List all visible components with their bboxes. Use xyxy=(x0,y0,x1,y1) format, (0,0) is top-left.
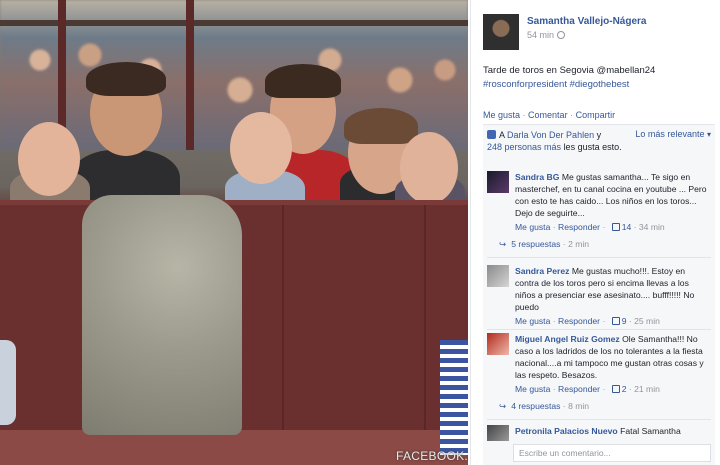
replies-count[interactable]: 5 respuestas xyxy=(511,239,560,249)
reply-arrow-icon: ↪ xyxy=(499,239,507,249)
replies-time: 2 min xyxy=(568,239,590,249)
commenter-name[interactable]: Sandra Perez xyxy=(515,266,569,276)
comment-like-count[interactable]: 9 xyxy=(622,316,627,326)
comment-like-button[interactable]: Me gusta xyxy=(515,384,550,394)
comment-body: Miguel Angel Ruiz Gomez Ole Samantha!!! … xyxy=(515,333,711,395)
likes-middle: y xyxy=(596,130,602,140)
thumbs-up-icon xyxy=(611,223,620,231)
divider xyxy=(487,257,711,258)
sort-label: Lo más relevante xyxy=(635,129,705,139)
author-name[interactable]: Samantha Vallejo-Nágera xyxy=(527,16,647,27)
comment-body: Sandra BG Me gustas samantha... Te sigo … xyxy=(515,171,711,233)
post-actions: Me gusta · Comentar · Compartir xyxy=(483,110,616,120)
commenter-avatar[interactable] xyxy=(487,425,509,441)
facebook-post-panel: Samantha Vallejo-Nágera 54 min Tarde de … xyxy=(470,0,720,465)
comment-like-count[interactable]: 2 xyxy=(622,384,627,394)
comment-actions: Me gusta · Responder · 14 · 34 min xyxy=(515,222,665,232)
watermark: FACEBOOK.COM/SAMANTHA VALLEJO-NAGERA xyxy=(396,449,468,463)
person-woman-hair xyxy=(265,64,341,98)
sort-dropdown[interactable]: Lo más relevante ▾ xyxy=(635,129,711,139)
commenter-avatar[interactable] xyxy=(487,265,509,287)
divider xyxy=(487,419,711,420)
post-hashtags[interactable]: #rosconforpresident #diegothebest xyxy=(483,78,713,92)
view-replies-link[interactable]: ↪ 4 respuestas · 8 min xyxy=(499,401,589,412)
share-button[interactable]: Compartir xyxy=(576,110,616,120)
comment-reply-button[interactable]: Responder xyxy=(558,222,600,232)
view-replies-link[interactable]: ↪ 5 respuestas · 2 min xyxy=(499,239,589,250)
post-text: Tarde de toros en Segovia @mabellan24 #r… xyxy=(483,64,713,92)
post-header: Samantha Vallejo-Nágera 54 min xyxy=(483,14,713,54)
divider xyxy=(487,329,711,330)
commenter-avatar[interactable] xyxy=(487,171,509,193)
comment-body: Sandra Perez Me gustas mucho!!!. Estoy e… xyxy=(515,265,711,327)
child-face-blurred xyxy=(400,132,458,204)
author-avatar[interactable] xyxy=(483,14,519,50)
child-face-blurred xyxy=(18,122,80,196)
stone-pillar xyxy=(82,195,242,435)
likes-name-link[interactable]: Darla Von Der Pahlen xyxy=(507,130,594,140)
comment-like-button[interactable]: Me gusta xyxy=(515,222,550,232)
comments-section: A Darla Von Der Pahlen y 248 personas má… xyxy=(483,124,715,465)
comment-time[interactable]: 34 min xyxy=(639,222,665,232)
comment-text: Fatal Samantha xyxy=(620,426,681,436)
comment-like-count[interactable]: 14 xyxy=(622,222,632,232)
reply-arrow-icon: ↪ xyxy=(499,401,507,411)
globe-icon xyxy=(557,31,566,39)
chevron-down-icon: ▾ xyxy=(706,130,711,139)
comment-time[interactable]: 25 min xyxy=(634,316,660,326)
comment-body: Petronila Palacios Nuevo Fatal Samantha xyxy=(515,425,711,437)
person-edge-right xyxy=(440,340,468,455)
railing-post xyxy=(186,0,194,150)
like-button[interactable]: Me gusta xyxy=(483,110,520,120)
write-comment-input[interactable]: Escribe un comentario... xyxy=(513,444,711,462)
likes-prefix: A xyxy=(499,130,505,140)
comment-button[interactable]: Comentar xyxy=(528,110,568,120)
comment-time[interactable]: 21 min xyxy=(634,384,660,394)
comment-actions: Me gusta · Responder · 2 · 21 min xyxy=(515,384,660,394)
replies-count[interactable]: 4 respuestas xyxy=(511,401,560,411)
likes-others-link[interactable]: 248 personas más xyxy=(487,142,561,152)
commenter-name[interactable]: Sandra BG xyxy=(515,172,559,182)
post-time[interactable]: 54 min xyxy=(527,30,554,40)
thumbs-up-icon xyxy=(611,317,620,325)
person-older-woman-hair xyxy=(344,108,418,144)
comment-reply-button[interactable]: Responder xyxy=(558,316,600,326)
thumbs-up-icon xyxy=(611,385,620,393)
post-photo[interactable]: FACEBOOK.COM/SAMANTHA VALLEJO-NAGERA xyxy=(0,0,468,465)
person-man-hair xyxy=(86,62,166,96)
child-face-blurred xyxy=(230,112,292,184)
commenter-name[interactable]: Petronila Palacios Nuevo xyxy=(515,426,618,436)
commenter-avatar[interactable] xyxy=(487,333,509,355)
post-meta: 54 min xyxy=(527,30,566,40)
likes-suffix: les gusta esto. xyxy=(563,142,622,152)
comment-actions: Me gusta · Responder · 9 · 25 min xyxy=(515,316,660,326)
railing xyxy=(0,20,468,26)
replies-time: 8 min xyxy=(568,401,590,411)
person-edge-left xyxy=(0,340,16,425)
thumbs-up-icon xyxy=(487,130,496,139)
write-comment-placeholder: Escribe un comentario... xyxy=(519,448,611,458)
comment-like-button[interactable]: Me gusta xyxy=(515,316,550,326)
commenter-name[interactable]: Miguel Angel Ruiz Gomez xyxy=(515,334,620,344)
post-text-line: Tarde de toros en Segovia @mabellan24 xyxy=(483,65,656,76)
comment-reply-button[interactable]: Responder xyxy=(558,384,600,394)
